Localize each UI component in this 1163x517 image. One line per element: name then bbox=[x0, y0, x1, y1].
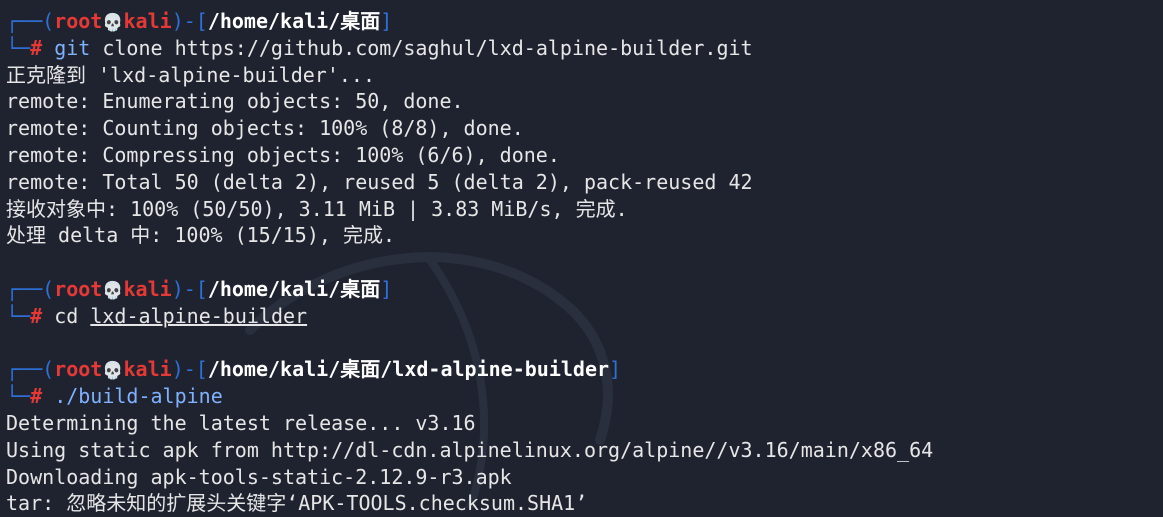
command-args: lxd-alpine-builder bbox=[90, 303, 308, 328]
output-line: remote: Total 50 (delta 2), reused 5 (de… bbox=[6, 169, 753, 194]
output-line: Using static apk from http://dl-cdn.alpi… bbox=[6, 437, 934, 462]
output-line: remote: Counting objects: 100% (8/8), do… bbox=[6, 116, 524, 141]
output-line: remote: Enumerating objects: 50, done. bbox=[6, 89, 464, 114]
prompt-path: /home/kali/桌面 bbox=[207, 9, 381, 33]
output-line: remote: Compressing objects: 100% (6/6),… bbox=[6, 142, 560, 167]
prompt-header: ┌──(root💀kali)-[/home/kali/桌面] bbox=[6, 9, 393, 33]
prompt-command-line: └─# ./build-alpine bbox=[6, 384, 223, 409]
prompt-user: root bbox=[54, 9, 103, 33]
output-line: tar: 忽略未知的扩展头关键字‘APK-TOOLS.checksum.SHA1… bbox=[6, 491, 588, 516]
prompt-symbol: # bbox=[30, 384, 43, 409]
prompt-host: kali bbox=[123, 357, 172, 382]
command-keyword: git bbox=[54, 35, 91, 60]
output-line: Determining the latest release... v3.16 bbox=[6, 410, 476, 435]
prompt-symbol: # bbox=[30, 35, 43, 60]
skull-icon: 💀 bbox=[102, 13, 124, 33]
prompt-user: root bbox=[54, 276, 103, 301]
skull-icon: 💀 bbox=[102, 361, 124, 382]
prompt-user: root bbox=[54, 357, 103, 382]
output-line: Downloading apk-tools-static-2.12.9-r3.a… bbox=[6, 464, 512, 489]
prompt-command-line: └─# git clone https://github.com/saghul/… bbox=[6, 35, 753, 60]
command-keyword: ./build-alpine bbox=[54, 384, 223, 409]
prompt-host: kali bbox=[123, 276, 172, 301]
prompt-symbol: # bbox=[30, 303, 43, 328]
command-args: clone https://github.com/saghul/lxd-alpi… bbox=[90, 35, 753, 60]
prompt-path: /home/kali/桌面 bbox=[207, 276, 381, 301]
output-line: 处理 delta 中: 100% (15/15), 完成. bbox=[6, 223, 395, 248]
command-keyword: cd bbox=[54, 303, 79, 328]
prompt-path: /home/kali/桌面/lxd-alpine-builder bbox=[207, 357, 610, 382]
prompt-host: kali bbox=[123, 9, 172, 33]
prompt-header: ┌──(root💀kali)-[/home/kali/桌面/lxd-alpine… bbox=[6, 357, 622, 382]
prompt-header: ┌──(root💀kali)-[/home/kali/桌面] bbox=[6, 276, 393, 301]
output-line: 接收对象中: 100% (50/50), 3.11 MiB | 3.83 MiB… bbox=[6, 196, 628, 221]
output-line: 正克隆到 'lxd-alpine-builder'... bbox=[6, 62, 375, 87]
skull-icon: 💀 bbox=[102, 280, 124, 301]
terminal-output: ┌──(root💀kali)-[/home/kali/桌面] └─# git c… bbox=[6, 8, 1156, 517]
prompt-command-line: └─# cd lxd-alpine-builder bbox=[6, 303, 308, 328]
